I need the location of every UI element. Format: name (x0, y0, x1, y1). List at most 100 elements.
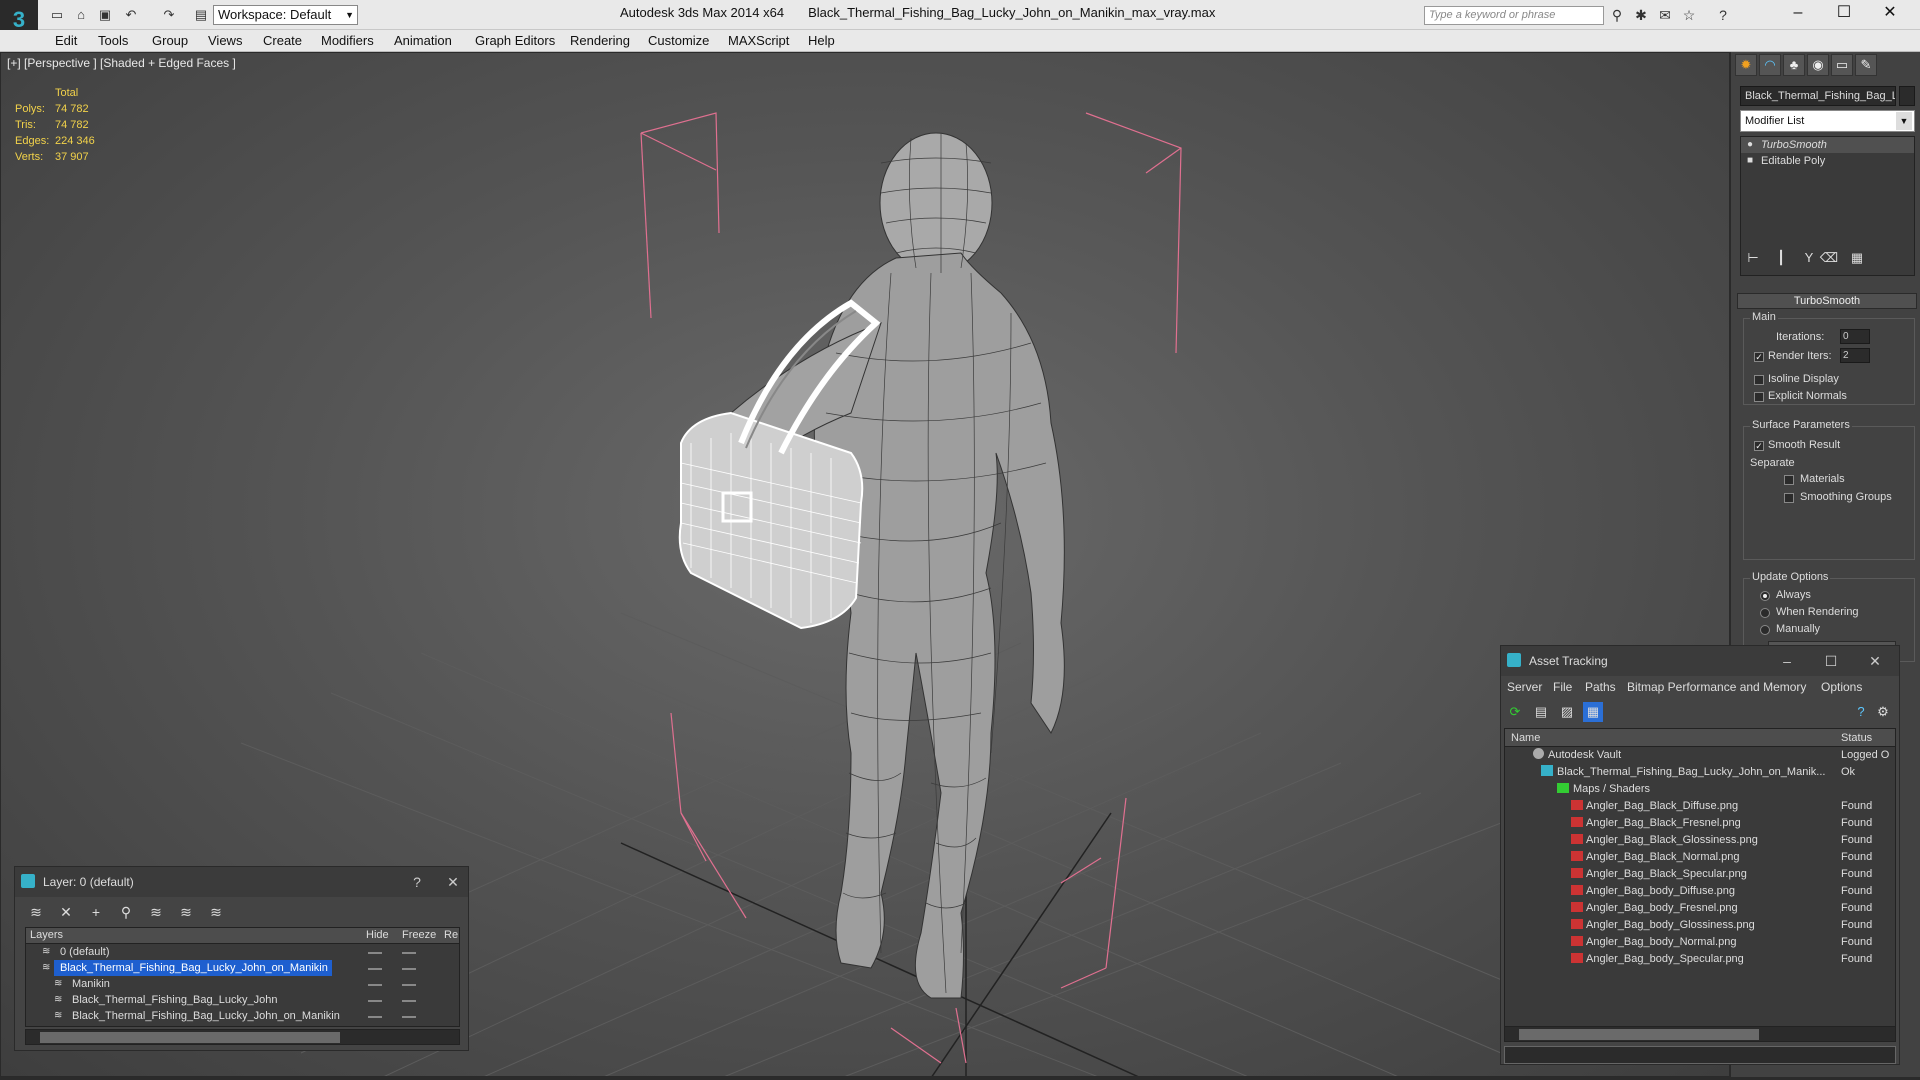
when-rendering-radio[interactable] (1760, 608, 1770, 618)
menu-help[interactable]: Help (808, 33, 835, 48)
manually-radio[interactable] (1760, 625, 1770, 635)
scrollbar-thumb[interactable] (1519, 1029, 1759, 1040)
display-tab-icon[interactable]: ▭ (1831, 54, 1853, 76)
freeze-toggle[interactable] (402, 952, 416, 954)
expand-icon[interactable]: ■ (1747, 153, 1753, 169)
render-iters-checkbox[interactable]: ✓ (1754, 352, 1764, 362)
create-tab-icon[interactable]: ✹ (1735, 54, 1757, 76)
menu-edit[interactable]: Edit (55, 33, 77, 48)
settings-icon[interactable]: ⚙ (1873, 702, 1893, 722)
help-icon[interactable]: ? (1712, 6, 1734, 24)
save-file-icon[interactable]: ▣ (96, 6, 114, 24)
close-button[interactable]: ✕ (1857, 646, 1893, 676)
layer-row[interactable]: Black_Thermal_Fishing_Bag_Lucky_John_on_… (26, 1008, 459, 1024)
layer-row[interactable]: 0 (default) ≋ (26, 944, 459, 960)
menu-graph-editors[interactable]: Graph Editors (475, 33, 555, 48)
menu-rendering[interactable]: Rendering (570, 33, 630, 48)
utilities-tab-icon[interactable]: ✎ (1855, 54, 1877, 76)
scrollbar-thumb[interactable] (40, 1032, 340, 1043)
show-end-result-icon[interactable]: ┃ (1771, 248, 1791, 268)
layer-row[interactable]: Manikin ≋ (26, 976, 459, 992)
menu-modifiers[interactable]: Modifiers (321, 33, 374, 48)
select-objects-icon[interactable]: ⚲ (115, 902, 137, 922)
menu-views[interactable]: Views (208, 33, 242, 48)
add-to-layer-icon[interactable]: + (85, 902, 107, 922)
materials-checkbox[interactable] (1784, 475, 1794, 485)
column-hide[interactable]: Hide (366, 929, 389, 941)
hide-toggle[interactable] (368, 952, 382, 954)
freeze-toggle[interactable] (402, 968, 416, 970)
freeze-all-icon[interactable]: ≋ (205, 902, 227, 922)
asset-row[interactable]: Angler_Bag_body_Normal.png Found (1505, 934, 1895, 951)
explicit-normals-checkbox[interactable] (1754, 392, 1764, 402)
table-view-icon[interactable]: ▦ (1583, 702, 1603, 722)
modify-tab-icon[interactable]: ◠ (1759, 54, 1781, 76)
make-unique-icon[interactable]: Y (1799, 248, 1819, 268)
layer-row[interactable]: Black_Thermal_Fishing_Bag_Lucky_John_on_… (26, 960, 459, 976)
stack-item-editable-poly[interactable]: ■ Editable Poly (1741, 153, 1914, 169)
isoline-checkbox[interactable] (1754, 375, 1764, 385)
menu-customize[interactable]: Customize (648, 33, 709, 48)
modifier-list-dropdown[interactable]: Modifier List ▼ (1740, 110, 1915, 132)
menu-create[interactable]: Create (263, 33, 302, 48)
help-icon[interactable]: ? (399, 867, 435, 897)
favorites-icon[interactable]: ☆ (1678, 6, 1700, 24)
asset-row[interactable]: Autodesk Vault Logged O (1505, 747, 1895, 764)
lightbulb-icon[interactable]: ● (1747, 137, 1753, 153)
smooth-result-checkbox[interactable]: ✓ (1754, 441, 1764, 451)
asset-row[interactable]: Angler_Bag_Black_Specular.png Found (1505, 866, 1895, 883)
stack-item-turbosmooth[interactable]: ● TurboSmooth (1741, 137, 1914, 153)
column-freeze[interactable]: Freeze (402, 929, 436, 941)
menu-options[interactable]: Options (1821, 680, 1862, 694)
close-button[interactable]: ✕ (435, 867, 471, 897)
horizontal-scrollbar[interactable] (25, 1029, 460, 1045)
asset-tracking-titlebar[interactable]: Asset Tracking – ☐ ✕ (1501, 646, 1899, 676)
freeze-toggle[interactable] (402, 984, 416, 986)
redo-icon[interactable]: ↷ (160, 6, 178, 24)
freeze-toggle[interactable] (402, 1016, 416, 1018)
undo-icon[interactable]: ↶ (122, 6, 140, 24)
configure-sets-icon[interactable]: ▦ (1847, 248, 1867, 268)
close-button[interactable]: ✕ (1867, 0, 1913, 28)
project-folder-icon[interactable]: ▤ (192, 6, 210, 24)
help-icon[interactable]: ? (1851, 702, 1871, 722)
hide-toggle[interactable] (368, 1016, 382, 1018)
pin-stack-icon[interactable]: ⊢ (1743, 248, 1763, 268)
list-view-icon[interactable]: ▤ (1531, 702, 1551, 722)
thumbnail-view-icon[interactable]: ▨ (1557, 702, 1577, 722)
maximize-button[interactable]: ☐ (1813, 646, 1849, 676)
binoculars-icon[interactable]: ⚲ (1606, 6, 1628, 24)
column-render[interactable]: Re (444, 929, 458, 941)
horizontal-scrollbar[interactable] (1504, 1026, 1896, 1042)
asset-row[interactable]: Black_Thermal_Fishing_Bag_Lucky_John_on_… (1505, 764, 1895, 781)
layer-row[interactable]: Black_Thermal_Fishing_Bag_Lucky_John ≋ (26, 992, 459, 1008)
delete-layer-icon[interactable]: ✕ (55, 902, 77, 922)
asset-row[interactable]: Angler_Bag_Black_Fresnel.png Found (1505, 815, 1895, 832)
minimize-button[interactable]: – (1769, 646, 1805, 676)
open-file-icon[interactable]: ⌂ (72, 6, 90, 24)
asset-path-field[interactable] (1504, 1046, 1896, 1064)
layer-manager-titlebar[interactable]: Layer: 0 (default) ? ✕ (15, 867, 468, 897)
maximize-button[interactable]: ☐ (1821, 0, 1867, 28)
menu-file[interactable]: File (1553, 680, 1572, 694)
viewport-label[interactable]: [+] [Perspective ] [Shaded + Edged Faces… (7, 56, 236, 70)
asset-row[interactable]: Angler_Bag_Black_Normal.png Found (1505, 849, 1895, 866)
remove-modifier-icon[interactable]: ⌫ (1819, 248, 1839, 268)
iterations-spinner[interactable]: 0 (1840, 329, 1870, 344)
hide-all-icon[interactable]: ≋ (175, 902, 197, 922)
menu-bitmap-performance[interactable]: Bitmap Performance and Memory (1627, 680, 1806, 694)
highlight-layer-icon[interactable]: ≋ (145, 902, 167, 922)
menu-server[interactable]: Server (1507, 680, 1542, 694)
subscription-icon[interactable]: ✱ (1630, 6, 1652, 24)
column-layers[interactable]: Layers (30, 929, 63, 941)
object-color-swatch[interactable] (1899, 86, 1915, 106)
motion-tab-icon[interactable]: ◉ (1807, 54, 1829, 76)
always-radio[interactable] (1760, 591, 1770, 601)
asset-row[interactable]: Maps / Shaders (1505, 781, 1895, 798)
render-iters-spinner[interactable]: 2 (1840, 348, 1870, 363)
menu-maxscript[interactable]: MAXScript (728, 33, 789, 48)
hide-toggle[interactable] (368, 1000, 382, 1002)
asset-row[interactable]: Angler_Bag_body_Fresnel.png Found (1505, 900, 1895, 917)
hide-toggle[interactable] (368, 984, 382, 986)
smoothing-groups-checkbox[interactable] (1784, 493, 1794, 503)
